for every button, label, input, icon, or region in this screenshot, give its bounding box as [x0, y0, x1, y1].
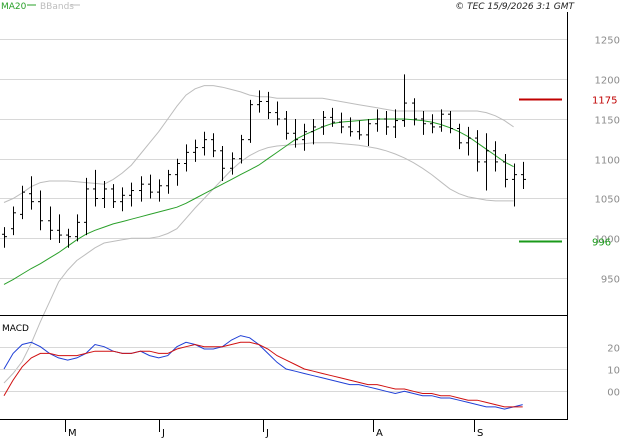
x-tick-label: J [265, 428, 269, 439]
level-label: 996 [592, 238, 611, 249]
copyright-label: © TEC 15/9/2026 3:1 GMT [455, 2, 575, 12]
macd-title: MACD [2, 324, 29, 334]
x-tick-label: J [161, 428, 165, 439]
macd-panel: MACD 20 10 00 [0, 324, 620, 410]
price-tick-label: 1250 [595, 36, 620, 47]
x-tick-label: M [68, 428, 77, 439]
price-panel: 125012001150110010501000950 1175996 [0, 12, 620, 384]
stock-chart: MA20 BBands © TEC 15/9/2026 3:1 GMT 1250… [0, 0, 627, 440]
x-axis: MJJAS [65, 420, 483, 439]
x-tick-label: S [477, 428, 483, 439]
macd-tick-label: 20 [607, 344, 620, 355]
macd-tick-label: 00 [607, 388, 620, 399]
signal-line [3, 341, 523, 408]
price-tick-label: 1050 [595, 195, 620, 206]
x-tick-label: A [376, 428, 383, 439]
macd-tick-label: 10 [607, 366, 620, 377]
macd-lines [3, 335, 523, 410]
ma-legend-label: MA20 [1, 2, 27, 12]
price-tick-label: 950 [601, 275, 620, 286]
bbands-legend-label: BBands [40, 2, 74, 12]
chart-canvas: MA20 BBands © TEC 15/9/2026 3:1 GMT 1250… [0, 2, 620, 439]
price-tick-label: 1150 [595, 116, 620, 127]
price-tick-label: 1100 [595, 156, 620, 167]
level-label: 1175 [592, 96, 617, 107]
price-tick-label: 1200 [595, 76, 620, 87]
macd-axis-ticks: 20 10 00 [607, 344, 620, 399]
